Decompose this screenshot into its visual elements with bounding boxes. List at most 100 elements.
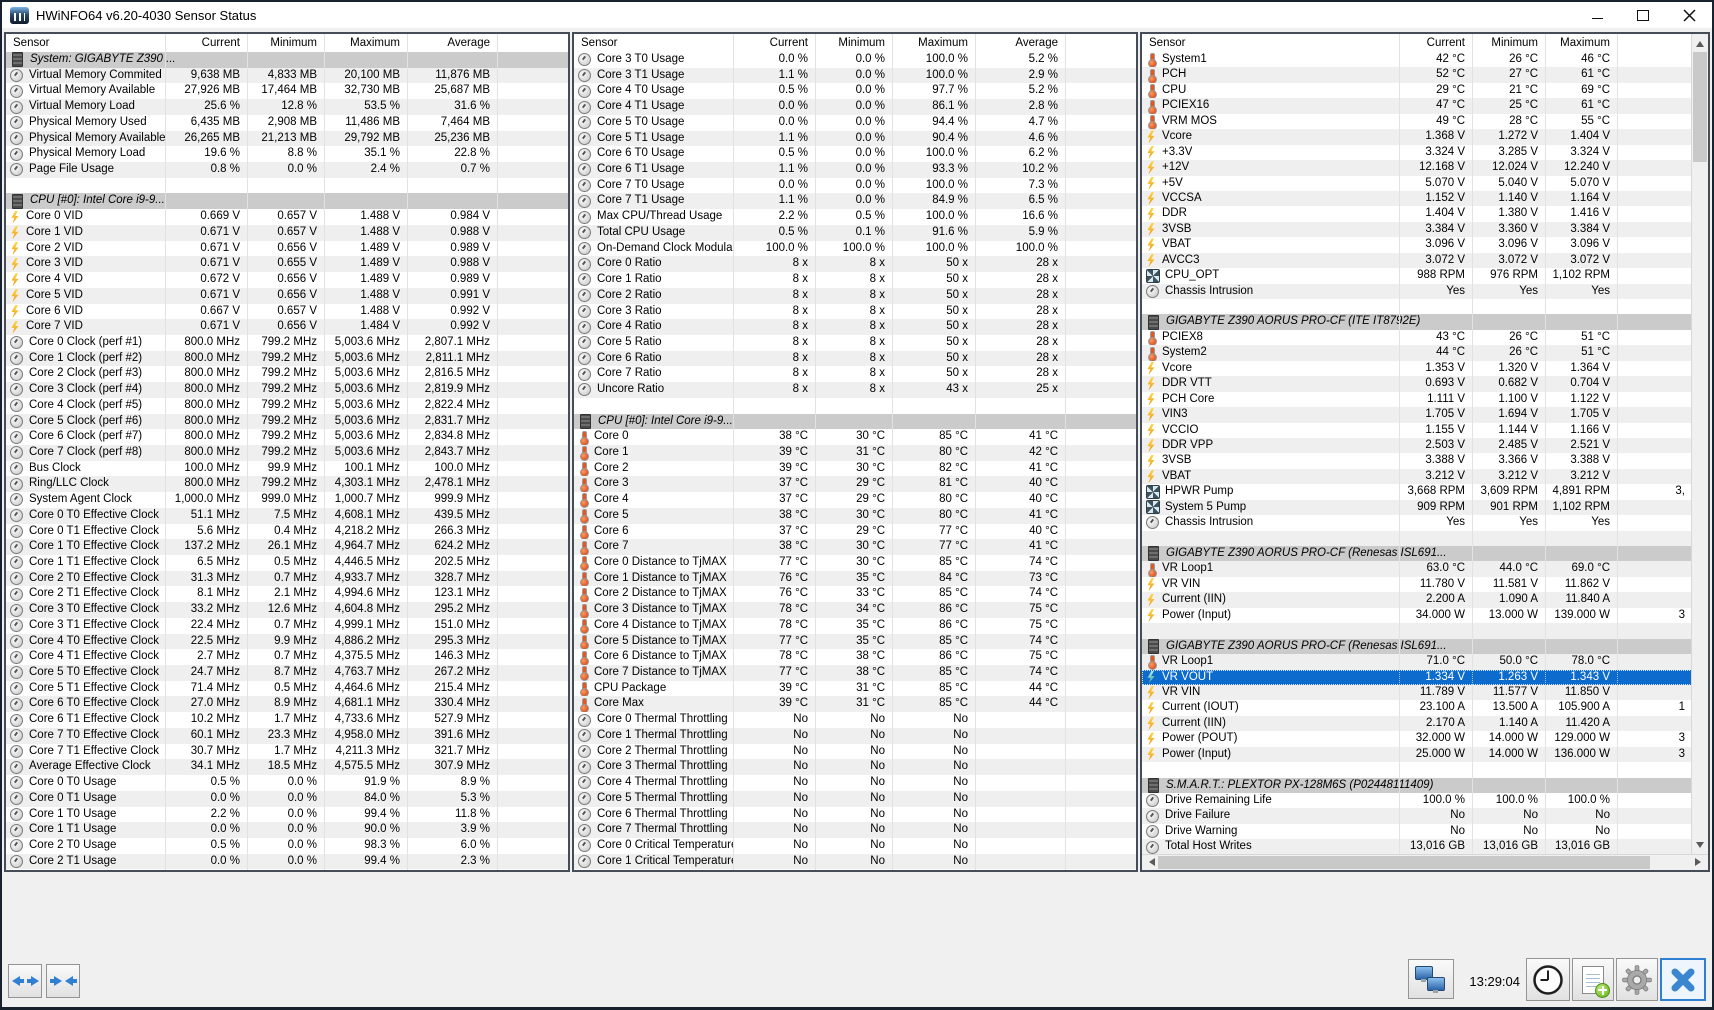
collapse-columns-button[interactable] [46, 964, 80, 998]
remote-monitoring-button[interactable] [1408, 959, 1454, 999]
expand-columns-button[interactable] [8, 964, 42, 998]
sensor-row[interactable]: Chassis Intrusion Yes Yes Yes [1142, 515, 1708, 531]
sensor-row[interactable]: Core 2 Ratio 8 x 8 x 50 x 28 x [574, 287, 1136, 304]
sensor-row[interactable]: 3VSB 3.384 V 3.360 V 3.384 V [1142, 221, 1708, 238]
header-average[interactable]: Average [407, 34, 497, 52]
sensor-row[interactable]: PCH 52 °C 27 °C 61 °C [1142, 67, 1708, 83]
sensor-row[interactable]: CPU_OPT 988 RPM 976 RPM 1,102 RPM [1142, 268, 1708, 284]
sensor-row[interactable]: Core Max 39 °C 31 °C 85 °C 44 °C [574, 696, 1136, 713]
sensor-row[interactable]: AVCC3 3.072 V 3.072 V 3.072 V [1142, 252, 1708, 269]
sensor-row[interactable]: Core 1 39 °C 31 °C 80 °C 42 °C [574, 444, 1136, 461]
sensor-row[interactable]: +3.3V 3.324 V 3.285 V 3.324 V [1142, 144, 1708, 161]
sensor-row[interactable]: Core 3 T1 Usage 1.1 % 0.0 % 100.0 % 2.9 % [574, 67, 1136, 84]
header-current[interactable]: Current [733, 34, 815, 52]
sensor-row[interactable]: Total CPU Usage 0.5 % 0.1 % 91.6 % 5.9 % [574, 224, 1136, 241]
scroll-right-icon[interactable] [1695, 858, 1705, 866]
sensor-row[interactable]: Core 2 T0 Usage 0.5 % 0.0 % 98.3 % 6.0 % [6, 837, 568, 854]
sensor-row[interactable]: Core 5 T1 Effective Clock 71.4 MHz 0.5 MHz… [6, 680, 568, 697]
section-row[interactable]: S.M.A.R.T.: PLEXTOR PX-128M6S (P02448111… [1142, 777, 1708, 793]
sensor-row[interactable]: Core 5 VID 0.671 V 0.656 V 1.488 V 0.991 V [6, 287, 568, 304]
scroll-left-icon[interactable] [1145, 858, 1155, 866]
header-minimum[interactable]: Minimum [815, 34, 892, 52]
sensor-row[interactable]: Drive Remaining Life 100.0 % 100.0 % 100.0 … [1142, 793, 1708, 809]
sensor-row[interactable]: Core 2 VID 0.671 V 0.656 V 1.489 V 0.989 V [6, 240, 568, 257]
section-row[interactable]: GIGABYTE Z390 AORUS PRO-CF (Renesas ISL6… [1142, 546, 1708, 562]
sensor-row[interactable]: Core 7 T1 Usage 1.1 % 0.0 % 84.9 % 6.5 % [574, 193, 1136, 210]
sensor-row[interactable]: Virtual Memory Commited 9,638 MB 4,833 MB 2… [6, 67, 568, 84]
sensor-row[interactable]: Core 0 Thermal Throttling No No No [574, 712, 1136, 728]
sensor-row[interactable]: Core 0 T1 Usage 0.0 % 0.0 % 84.0 % 5.3 % [6, 790, 568, 807]
sensor-row[interactable]: Core 7 VID 0.671 V 0.656 V 1.484 V 0.992 V [6, 319, 568, 335]
sensor-row[interactable]: Core 7 Distance to TjMAX 77 °C 38 °C 85 °C 7… [574, 665, 1136, 681]
sensor-row[interactable]: Core 0 38 °C 30 °C 85 °C 41 °C [574, 429, 1136, 445]
sensor-row[interactable]: Physical Memory Available 26,265 MB 21,213… [6, 130, 568, 147]
sensor-row[interactable]: 3VSB 3.388 V 3.366 V 3.388 V [1142, 453, 1708, 469]
sensor-row[interactable]: Core 4 Clock (perf #5) 800.0 MHz 799.2 MHz… [6, 397, 568, 414]
sensor-row[interactable]: +5V 5.070 V 5.040 V 5.070 V [1142, 175, 1708, 191]
sensor-row[interactable]: Core 2 Thermal Throttling No No No [574, 743, 1136, 760]
sensor-row[interactable]: On-Demand Clock Modula... 100.0 % 100.0 % 1… [574, 240, 1136, 257]
sensor-row[interactable]: Core 3 T0 Usage 0.0 % 0.0 % 100.0 % 5.2 % [574, 52, 1136, 68]
sensor-row[interactable]: Core 0 Critical Temperature No No No [574, 837, 1136, 854]
header-minimum[interactable]: Minimum [1472, 34, 1545, 52]
sensor-row[interactable]: Core 5 Thermal Throttling No No No [574, 790, 1136, 807]
sensor-row[interactable]: Core 0 Ratio 8 x 8 x 50 x 28 x [574, 256, 1136, 273]
sensor-row[interactable]: VIN3 1.705 V 1.694 V 1.705 V [1142, 407, 1708, 423]
sensor-row[interactable]: Current (IIN) 2.200 A 1.090 A 11.840 A [1142, 592, 1708, 608]
sensor-row[interactable]: Chassis Intrusion Yes Yes Yes [1142, 283, 1708, 299]
sensor-row[interactable]: Current (IIN) 2.170 A 1.140 A 11.420 A [1142, 715, 1708, 732]
header-sensor[interactable]: Sensor [1142, 34, 1399, 52]
section-row[interactable]: CPU [#0]: Intel Core i9-9... [574, 413, 1136, 430]
section-row[interactable]: GIGABYTE Z390 AORUS PRO-CF (ITE IT8792E) [1142, 314, 1708, 330]
sensor-row[interactable]: Core 2 39 °C 30 °C 82 °C 41 °C [574, 460, 1136, 477]
sensor-row[interactable]: Core 1 T1 Effective Clock 6.5 MHz 0.5 MHz 4… [6, 555, 568, 571]
header-current[interactable]: Current [1399, 34, 1472, 52]
sensor-row[interactable]: VR VIN 11.789 V 11.577 V 11.850 V [1142, 684, 1708, 701]
sensor-row[interactable]: Core 2 Distance to TjMAX 76 °C 33 °C 85 °C 7… [574, 586, 1136, 603]
sensor-row[interactable]: Page File Usage 0.8 % 0.0 % 2.4 % 0.7 % [6, 162, 568, 178]
sensor-row[interactable]: PCH Core 1.111 V 1.100 V 1.122 V [1142, 391, 1708, 408]
sensor-row[interactable]: Core 1 Distance to TjMAX 76 °C 35 °C 84 °C 7… [574, 570, 1136, 587]
sensor-row[interactable]: Core 0 T0 Effective Clock 51.1 MHz 7.5 MHz… [6, 507, 568, 524]
sensor-row[interactable]: Vcore 1.368 V 1.272 V 1.404 V [1142, 129, 1708, 145]
sensor-row[interactable]: System 5 Pump 909 RPM 901 RPM 1,102 RPM [1142, 499, 1708, 516]
close-window-button[interactable] [1666, 2, 1712, 28]
sensor-row[interactable]: Power (Input) 34.000 W 13.000 W 139.000 W 3 [1142, 607, 1708, 624]
sensor-row[interactable]: Core 3 VID 0.671 V 0.655 V 1.489 V 0.988 V [6, 256, 568, 273]
sensor-row[interactable]: Core 1 Thermal Throttling No No No [574, 727, 1136, 744]
sensor-row[interactable]: VR VOUT 1.334 V 1.263 V 1.343 V [1142, 669, 1708, 685]
sensor-row[interactable]: Core 5 Ratio 8 x 8 x 50 x 28 x [574, 334, 1136, 351]
sensor-row[interactable]: CPU Package 39 °C 31 °C 85 °C 44 °C [574, 680, 1136, 697]
vertical-scroll-thumb[interactable] [1693, 52, 1707, 162]
sensor-row[interactable]: Virtual Memory Available 27,926 MB 17,464 … [6, 83, 568, 100]
sensor-row[interactable]: Core 1 T0 Usage 2.2 % 0.0 % 99.4 % 11.8 % [6, 806, 568, 823]
sensor-row[interactable]: Core 5 T1 Usage 1.1 % 0.0 % 90.4 % 4.6 % [574, 130, 1136, 147]
sensor-row[interactable]: Core 6 T0 Effective Clock 27.0 MHz 8.9 MHz… [6, 696, 568, 713]
sensor-row[interactable]: Core 7 T1 Effective Clock 30.7 MHz 1.7 MHz… [6, 743, 568, 760]
sensor-row[interactable]: DDR VTT 0.693 V 0.682 V 0.704 V [1142, 376, 1708, 392]
sensor-row[interactable]: Core 3 T1 Effective Clock 22.4 MHz 0.7 MHz… [6, 617, 568, 634]
sensor-row[interactable]: HPWR Pump 3,668 RPM 3,609 RPM 4,891 RPM 3, [1142, 484, 1708, 500]
sensor-row[interactable]: System1 42 °C 26 °C 46 °C [1142, 52, 1708, 68]
sensor-row[interactable]: Drive Warning No No No [1142, 823, 1708, 840]
scroll-down-icon[interactable] [1696, 842, 1704, 852]
sensor-row[interactable]: System Agent Clock 1,000.0 MHz 999.0 MHz 1,… [6, 492, 568, 508]
sensor-row[interactable]: Current (IOUT) 23.100 A 13.500 A 105.900 A 1 [1142, 700, 1708, 716]
sensor-row[interactable]: Core 3 T0 Effective Clock 33.2 MHz 12.6 MH… [6, 602, 568, 618]
sensor-row[interactable]: Core 3 Thermal Throttling No No No [574, 759, 1136, 776]
section-row[interactable]: CPU [#0]: Intel Core i9-9... [6, 193, 568, 210]
sensor-row[interactable]: Core 4 T1 Usage 0.0 % 0.0 % 86.1 % 2.8 % [574, 99, 1136, 115]
sensor-row[interactable]: VRM MOS 49 °C 28 °C 55 °C [1142, 113, 1708, 130]
sensor-row[interactable]: Vcore 1.353 V 1.320 V 1.364 V [1142, 360, 1708, 377]
sensor-row[interactable]: Core 3 37 °C 29 °C 81 °C 40 °C [574, 476, 1136, 493]
sensor-row[interactable]: Average Effective Clock 34.1 MHz 18.5 MHz 4… [6, 759, 568, 776]
sensor-row[interactable]: Virtual Memory Load 25.6 % 12.8 % 53.5 % 31.… [6, 99, 568, 115]
sensor-row[interactable]: Core 6 Ratio 8 x 8 x 50 x 28 x [574, 350, 1136, 367]
sensor-row[interactable]: Core 1 T1 Usage 0.0 % 0.0 % 90.0 % 3.9 % [6, 822, 568, 838]
sensor-row[interactable]: Core 4 37 °C 29 °C 80 °C 40 °C [574, 492, 1136, 508]
minimize-button[interactable] [1574, 2, 1620, 28]
settings-button[interactable] [1616, 958, 1658, 1001]
sensor-row[interactable]: Core 1 Critical Temperature No No No [574, 853, 1136, 870]
sensor-row[interactable]: Core 1 VID 0.671 V 0.657 V 1.488 V 0.988 V [6, 224, 568, 241]
section-row[interactable]: GIGABYTE Z390 AORUS PRO-CF (Renesas ISL6… [1142, 638, 1708, 655]
